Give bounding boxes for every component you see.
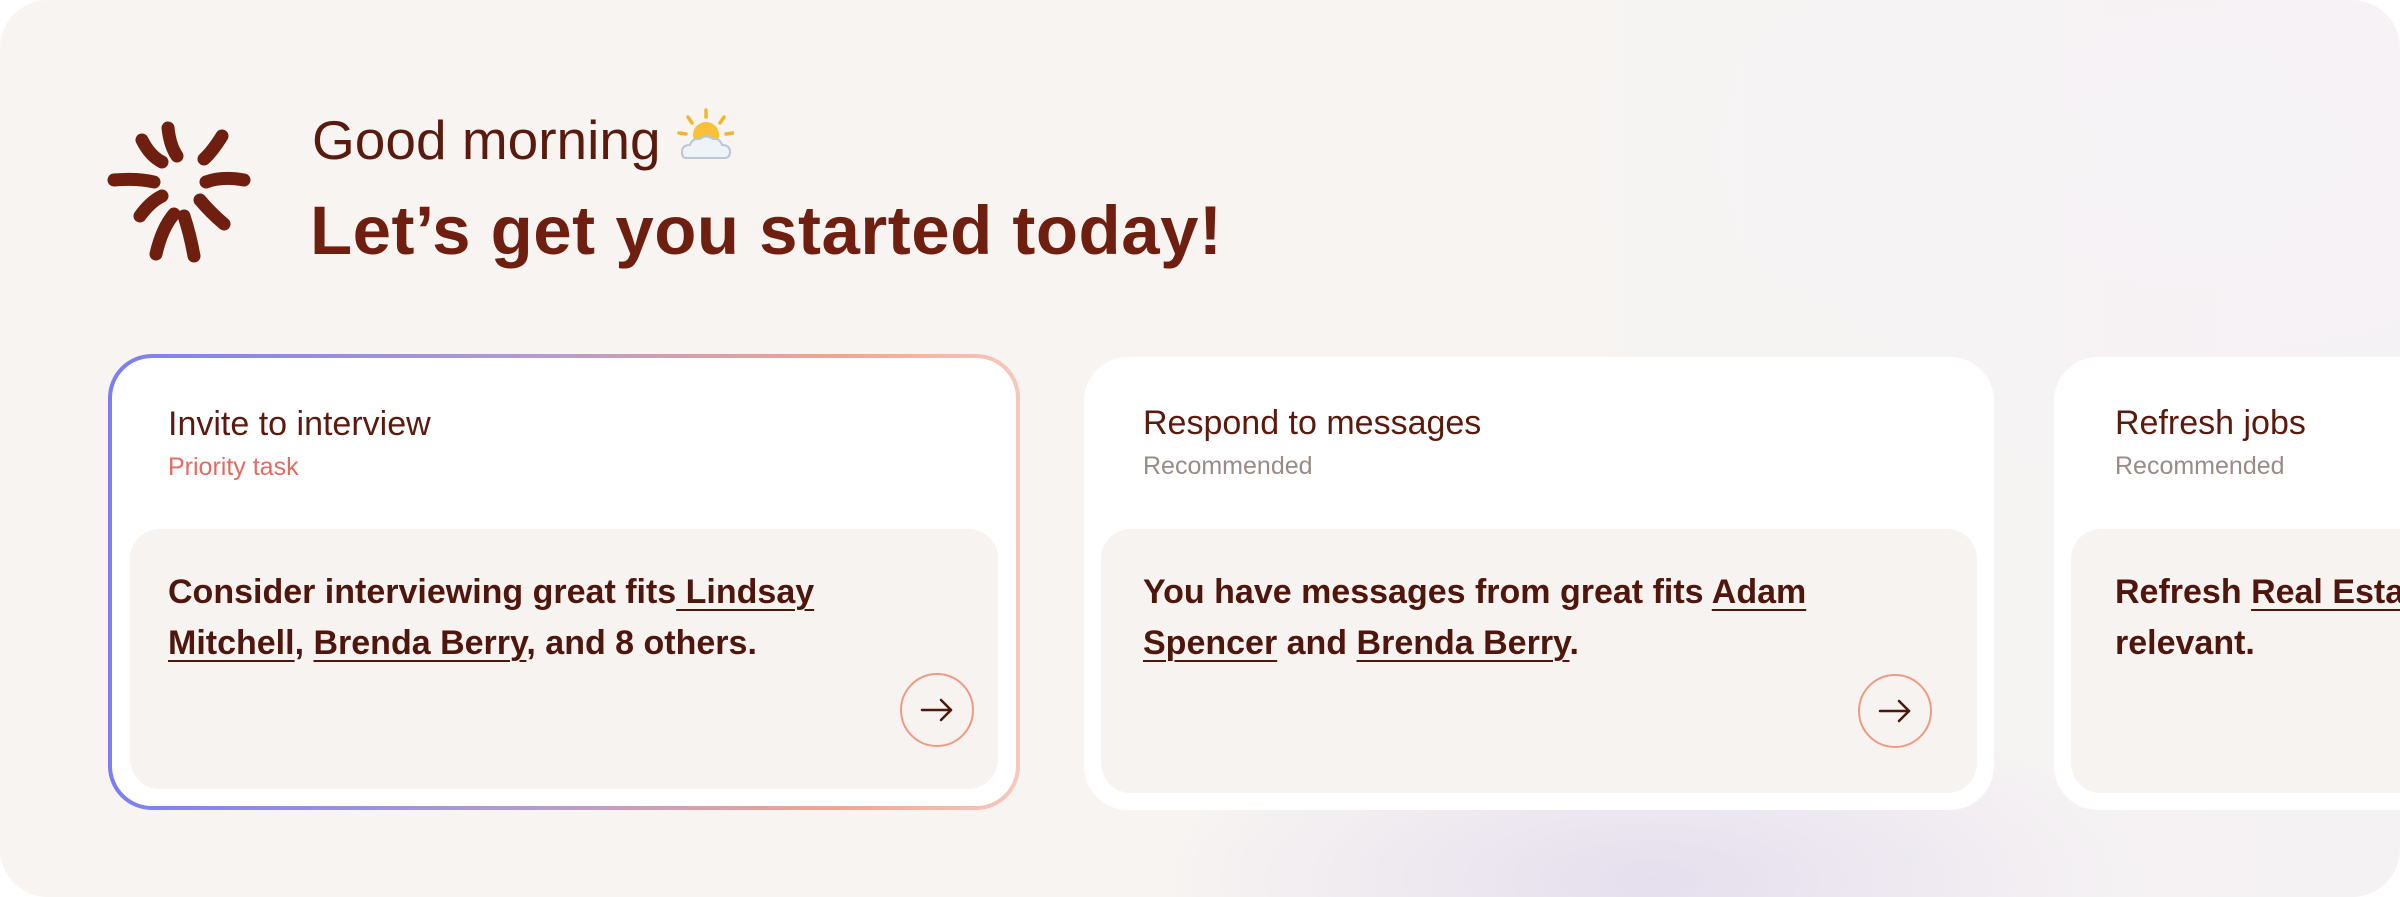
message-text: , and 8 others.: [526, 624, 757, 662]
candidate-link[interactable]: Mitchell: [168, 624, 295, 662]
arrow-right-icon: [1878, 699, 1911, 723]
message-text: ,: [294, 624, 314, 662]
task-card-invite-to-interview[interactable]: Invite to interview Priority task Consid…: [108, 354, 1020, 810]
arrow-right-icon: [920, 698, 953, 722]
message-text: You have messages from great fits: [1143, 573, 1712, 611]
card-title: Refresh jobs: [2115, 404, 2306, 442]
greeting-text: Good morning: [312, 109, 661, 171]
message-text: Consider interviewing great fits: [168, 573, 677, 611]
card-body: Refresh Real Estat relevant.: [2071, 529, 2400, 793]
task-card-refresh-jobs[interactable]: Refresh jobs Recommended Refresh Real Es…: [2054, 357, 2400, 810]
app-frame: Good morning Let’s get you started today…: [0, 0, 2400, 897]
card-message: You have messages from great fits Adam S…: [1143, 567, 1806, 669]
candidate-link[interactable]: Lindsay: [676, 573, 815, 611]
card-title: Invite to interview: [168, 405, 431, 443]
message-text: Refresh: [2115, 573, 2252, 611]
page-title: Let’s get you started today!: [310, 192, 1223, 269]
sunburst-logo-icon: [107, 121, 251, 263]
task-card-respond-to-messages[interactable]: Respond to messages Recommended You have…: [1084, 357, 1994, 810]
card-message: Consider interviewing great fits Lindsay…: [168, 567, 814, 669]
message-text: .: [1569, 624, 1579, 662]
message-text: and: [1277, 624, 1357, 662]
candidate-link[interactable]: Spencer: [1143, 624, 1277, 662]
candidate-link[interactable]: Adam: [1712, 573, 1806, 611]
card-message: Refresh Real Estat relevant.: [2115, 567, 2400, 669]
sun-behind-cloud-icon: [677, 108, 734, 159]
go-button[interactable]: [1858, 674, 1932, 748]
card-body: You have messages from great fits Adam S…: [1101, 529, 1977, 793]
candidate-link[interactable]: Brenda Berry: [1357, 624, 1570, 662]
card-body: Consider interviewing great fits Lindsay…: [130, 529, 998, 789]
recommended-badge: Recommended: [2115, 452, 2285, 480]
job-link[interactable]: Real Estat: [2251, 573, 2400, 611]
priority-badge: Priority task: [168, 453, 299, 481]
message-text: relevant.: [2115, 624, 2255, 662]
go-button[interactable]: [900, 673, 974, 747]
candidate-link[interactable]: Brenda Berry: [313, 624, 526, 662]
card-title: Respond to messages: [1143, 404, 1482, 442]
recommended-badge: Recommended: [1143, 452, 1313, 480]
